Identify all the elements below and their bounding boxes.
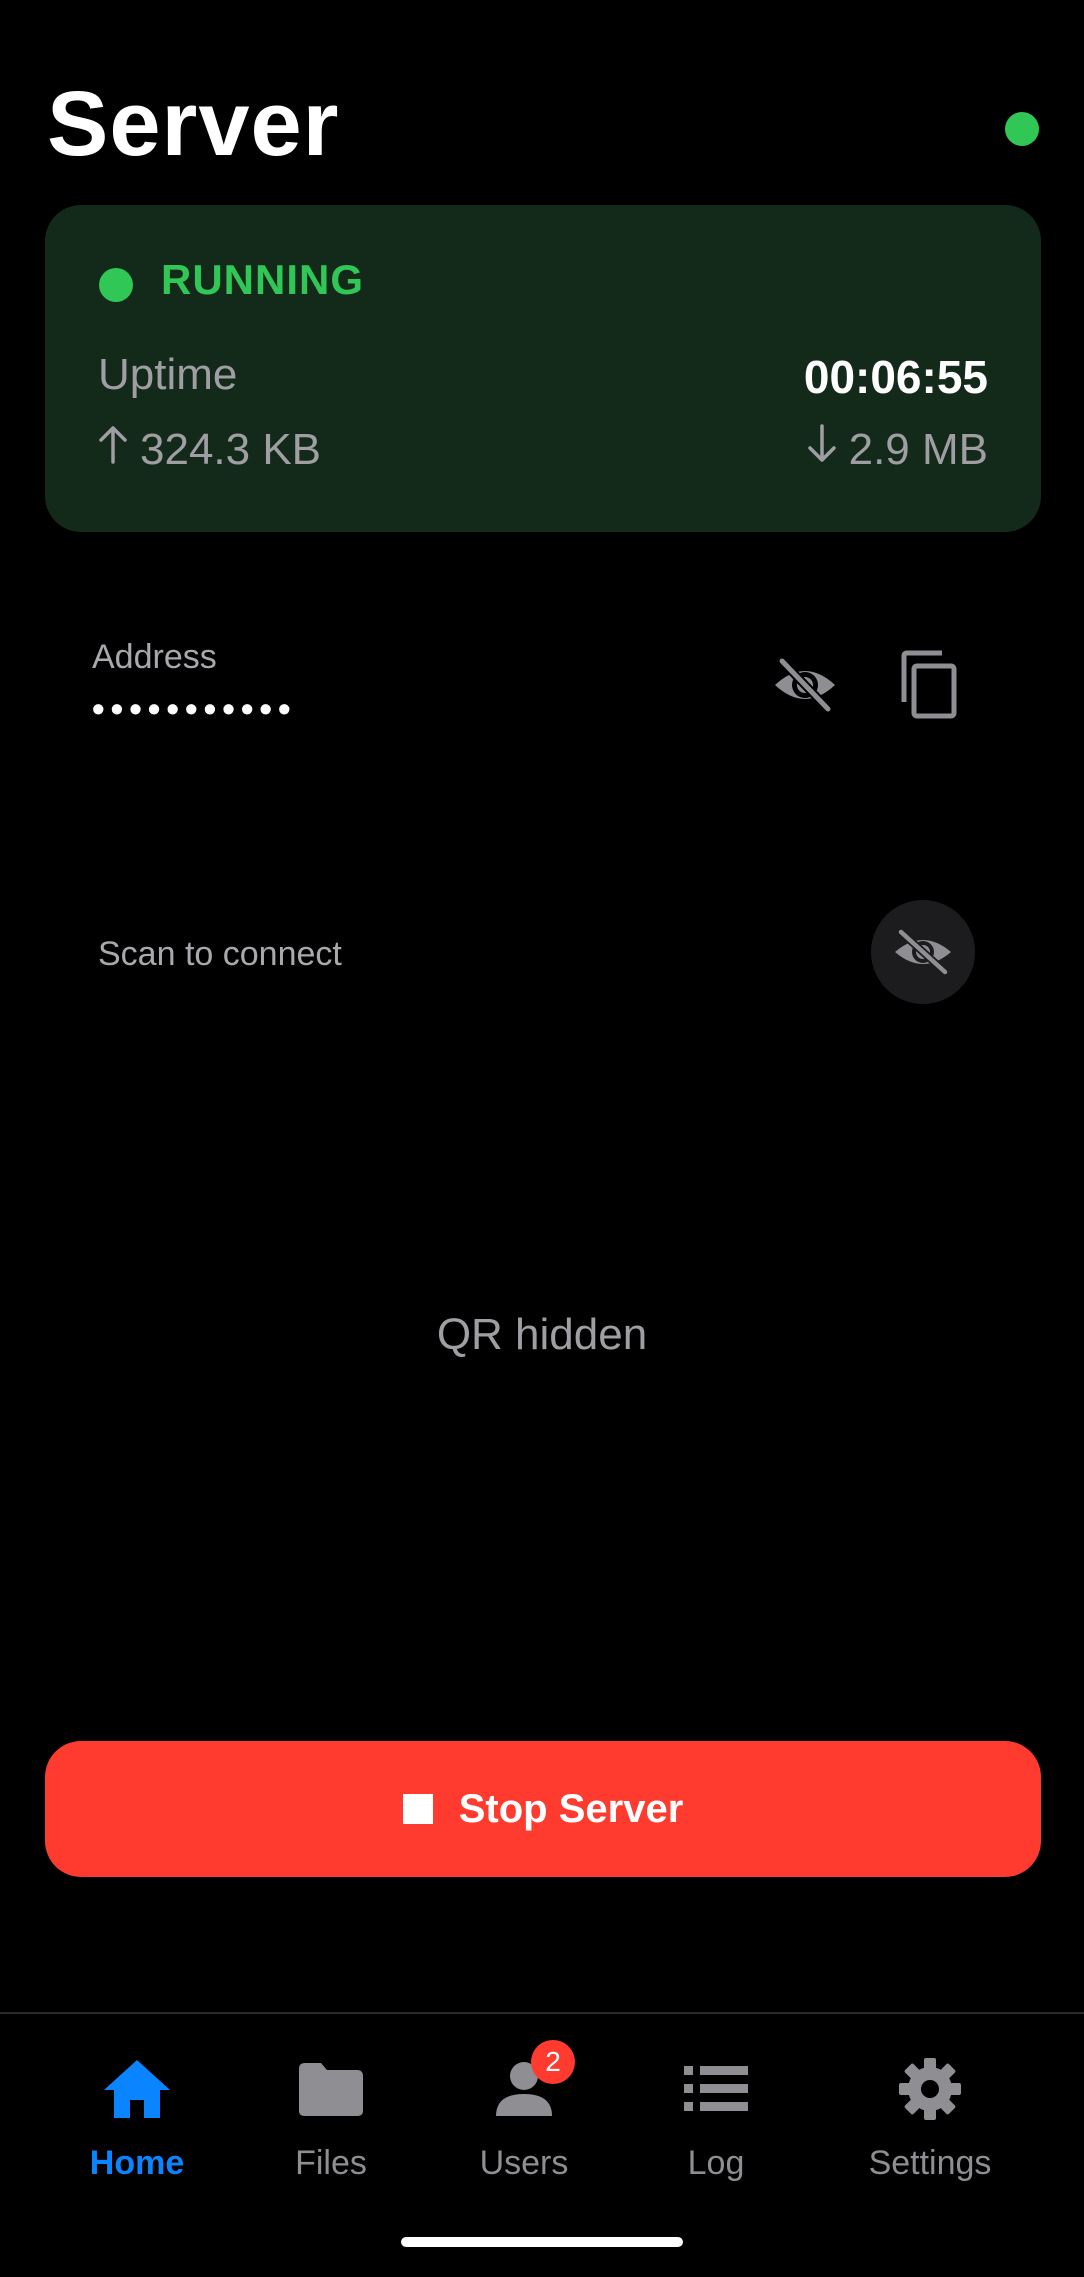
eye-slash-icon[interactable] [770, 655, 840, 715]
home-indicator [401, 2237, 683, 2247]
tab-users[interactable]: Users [429, 2050, 619, 2183]
users-badge: 2 [531, 2040, 575, 2084]
address-label: Address [92, 638, 217, 676]
stop-icon [402, 1794, 433, 1824]
downloaded-stat: 2.9 MB [807, 424, 988, 475]
page-title: Server [47, 73, 340, 175]
uptime-label: Uptime [98, 350, 238, 399]
stop-server-button[interactable]: Stop Server [45, 1741, 1041, 1877]
tab-home[interactable]: Home [42, 2050, 232, 2183]
running-dot [99, 268, 133, 302]
downloaded-value: 2.9 MB [848, 424, 988, 474]
qr-hidden-text: QR hidden [436, 1310, 648, 1359]
uptime-value: 00:06:55 [803, 351, 988, 403]
tab-log[interactable]: Log [621, 2050, 811, 2183]
address-value: ••••••••••• [92, 688, 297, 729]
server-state-label: RUNNING [161, 256, 364, 303]
eye-slash-icon [895, 929, 951, 975]
copy-icon[interactable] [898, 650, 962, 720]
arrow-down-icon [807, 424, 837, 475]
tab-home-label: Home [89, 2144, 185, 2182]
home-icon [42, 2050, 232, 2128]
status-indicator-dot [1005, 112, 1039, 146]
gear-icon [835, 2050, 1025, 2128]
tab-users-label: Users [479, 2144, 569, 2182]
stop-server-label: Stop Server [458, 1786, 684, 1831]
scan-to-connect-label: Scan to connect [98, 935, 342, 973]
qr-visibility-toggle[interactable] [871, 900, 975, 1004]
arrow-up-icon [98, 424, 128, 475]
uploaded-value: 324.3 KB [140, 424, 322, 474]
tab-files-label: Files [295, 2144, 367, 2182]
folder-icon [236, 2050, 426, 2128]
list-icon [621, 2050, 811, 2128]
uploaded-stat: 324.3 KB [98, 424, 321, 475]
person-icon [429, 2050, 619, 2128]
tab-files[interactable]: Files [236, 2050, 426, 2183]
tab-settings[interactable]: Settings [835, 2050, 1025, 2183]
tab-settings-label: Settings [868, 2144, 992, 2182]
tab-log-label: Log [687, 2144, 745, 2182]
